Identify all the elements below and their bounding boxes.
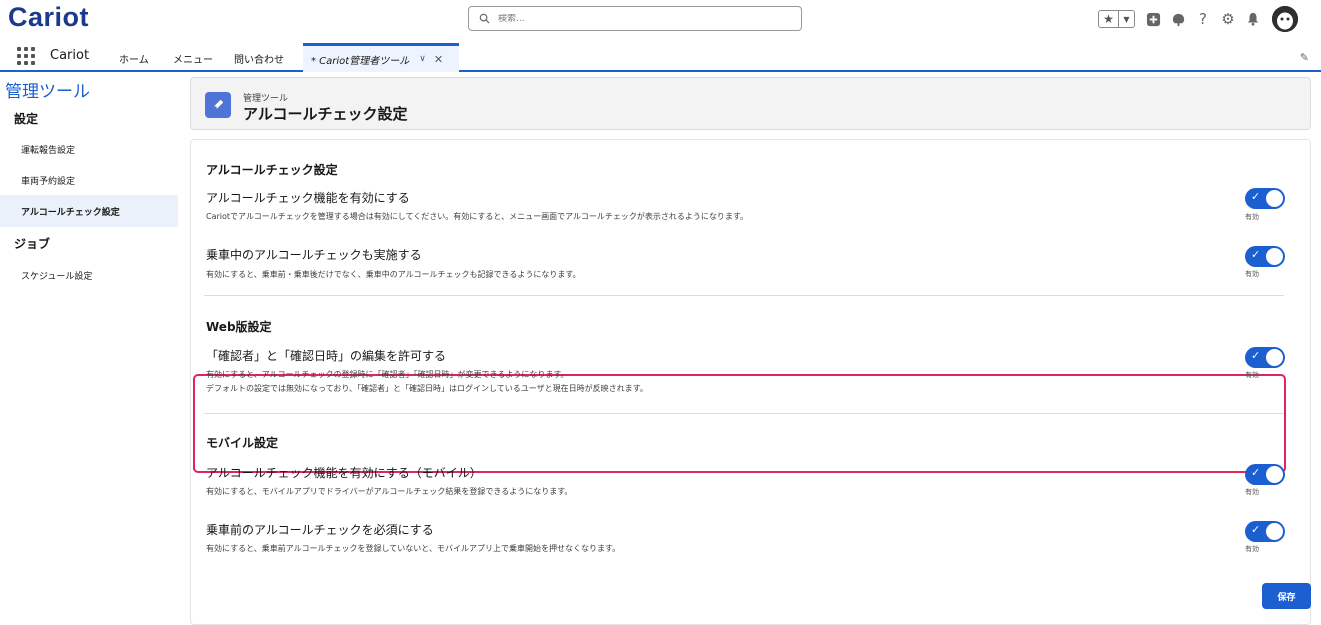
save-button[interactable]: 保存 [1262, 583, 1311, 609]
sidebar-section-settings: 設定 [14, 112, 39, 126]
chevron-down-icon[interactable]: ∨ [419, 54, 426, 64]
section-title-alcohol-check: アルコールチェック設定 [206, 163, 338, 177]
toggle-state-label: 有効 [1245, 371, 1259, 379]
sidebar-title: 管理ツール [5, 82, 90, 102]
favorite-star-icon[interactable]: ★ [1099, 11, 1119, 27]
search-input[interactable] [498, 13, 778, 24]
tab-label: * Cariot管理者ツール [311, 55, 410, 67]
toggle-allow-edit-confirmer[interactable]: ✓ [1245, 347, 1285, 368]
close-icon[interactable]: ✕ [434, 53, 443, 66]
setting-label: 「確認者」と「確認日時」の編集を許可する [206, 349, 447, 363]
toggle-state-label: 有効 [1245, 270, 1259, 278]
toggle-state-label: 有効 [1245, 545, 1259, 553]
header-utility-icons: ★ ▼ ? ⚙ [1098, 6, 1298, 32]
toggle-state-label: 有効 [1245, 213, 1259, 221]
setting-label: アルコールチェック機能を有効にする [206, 191, 410, 205]
toggle-state-label: 有効 [1245, 488, 1259, 496]
sidebar: 管理ツール 設定 運転報告設定 車両予約設定 アルコールチェック設定 ジョブ ス… [0, 73, 178, 625]
settings-panel: アルコールチェック設定 アルコールチェック機能を有効にする Cariotでアルコ… [190, 139, 1311, 625]
admin-tool-icon [205, 92, 231, 118]
help-icon[interactable]: ? [1195, 10, 1211, 28]
toggle-in-ride-check[interactable]: ✓ [1245, 246, 1285, 267]
cariot-logo[interactable]: Cariot [8, 2, 89, 33]
global-search[interactable] [468, 6, 802, 31]
app-name: Cariot [50, 48, 90, 63]
favorites-dropdown-icon[interactable]: ▼ [1119, 11, 1134, 27]
setting-description-2: デフォルトの設定では無効になっており、「確認者」と「確認日時」はログインしている… [206, 384, 648, 393]
notification-bell-icon[interactable] [1245, 11, 1261, 27]
search-icon [479, 13, 490, 24]
trailhead-icon[interactable] [1170, 11, 1186, 27]
section-title-mobile: モバイル設定 [206, 436, 279, 450]
nav-item-home[interactable]: ホーム [119, 51, 149, 66]
setting-description: 有効にすると、アルコールチェックの登録時に「確認者」「確認日時」が変更できるよう… [206, 370, 569, 379]
toggle-enable-mobile-check[interactable]: ✓ [1245, 464, 1285, 485]
gear-icon[interactable]: ⚙ [1220, 10, 1236, 28]
section-divider [204, 295, 1284, 296]
sidebar-item-schedule[interactable]: スケジュール設定 [0, 259, 178, 291]
global-header: Cariot ★ ▼ ? ⚙ [0, 0, 1321, 40]
nav-item-contact[interactable]: 問い合わせ [234, 51, 284, 66]
setting-description: 有効にすると、乗車前アルコールチェックを登録していないと、モバイルアプリ上で乗車… [206, 544, 621, 553]
main-panel: 管理ツール アルコールチェック設定 アルコールチェック設定 アルコールチェック機… [190, 73, 1311, 625]
app-nav-bar: Cariot ホーム メニュー 問い合わせ * Cariot管理者ツール ∨ ✕… [0, 40, 1321, 72]
app-launcher-icon[interactable] [17, 47, 35, 65]
toggle-require-pre-ride-check[interactable]: ✓ [1245, 521, 1285, 542]
page-header: 管理ツール アルコールチェック設定 [190, 77, 1311, 130]
section-title-web: Web版設定 [206, 320, 272, 334]
setting-label: 乗車前のアルコールチェックを必須にする [206, 523, 434, 537]
setting-description: Cariotでアルコールチェックを管理する場合は有効にしてください。有効にすると… [206, 212, 749, 221]
setting-label: アルコールチェック機能を有効にする（モバイル） [206, 466, 482, 480]
edit-nav-pencil-icon[interactable]: ✎ [1300, 51, 1309, 64]
sidebar-section-jobs: ジョブ [14, 237, 51, 251]
section-divider [204, 413, 1284, 414]
nav-item-menu[interactable]: メニュー [173, 51, 213, 66]
sidebar-item-vehicle-reservation[interactable]: 車両予約設定 [0, 164, 178, 196]
favorites-group[interactable]: ★ ▼ [1098, 10, 1135, 28]
setting-description: 有効にすると、モバイルアプリでドライバーがアルコールチェック結果を登録できるよう… [206, 487, 573, 496]
setting-description: 有効にすると、乗車前・乗車後だけでなく、乗車中のアルコールチェックも記録できるよ… [206, 270, 581, 279]
tab-cariot-admin-tools[interactable]: * Cariot管理者ツール ∨ ✕ [303, 43, 459, 72]
sidebar-item-driving-report[interactable]: 運転報告設定 [0, 133, 178, 165]
user-avatar[interactable] [1272, 6, 1298, 32]
sidebar-item-alcohol-check[interactable]: アルコールチェック設定 [0, 195, 178, 227]
toggle-enable-alcohol-check[interactable]: ✓ [1245, 188, 1285, 209]
global-actions-icon[interactable] [1145, 11, 1161, 27]
page-title: アルコールチェック設定 [243, 105, 408, 123]
setting-label: 乗車中のアルコールチェックも実施する [206, 248, 422, 262]
